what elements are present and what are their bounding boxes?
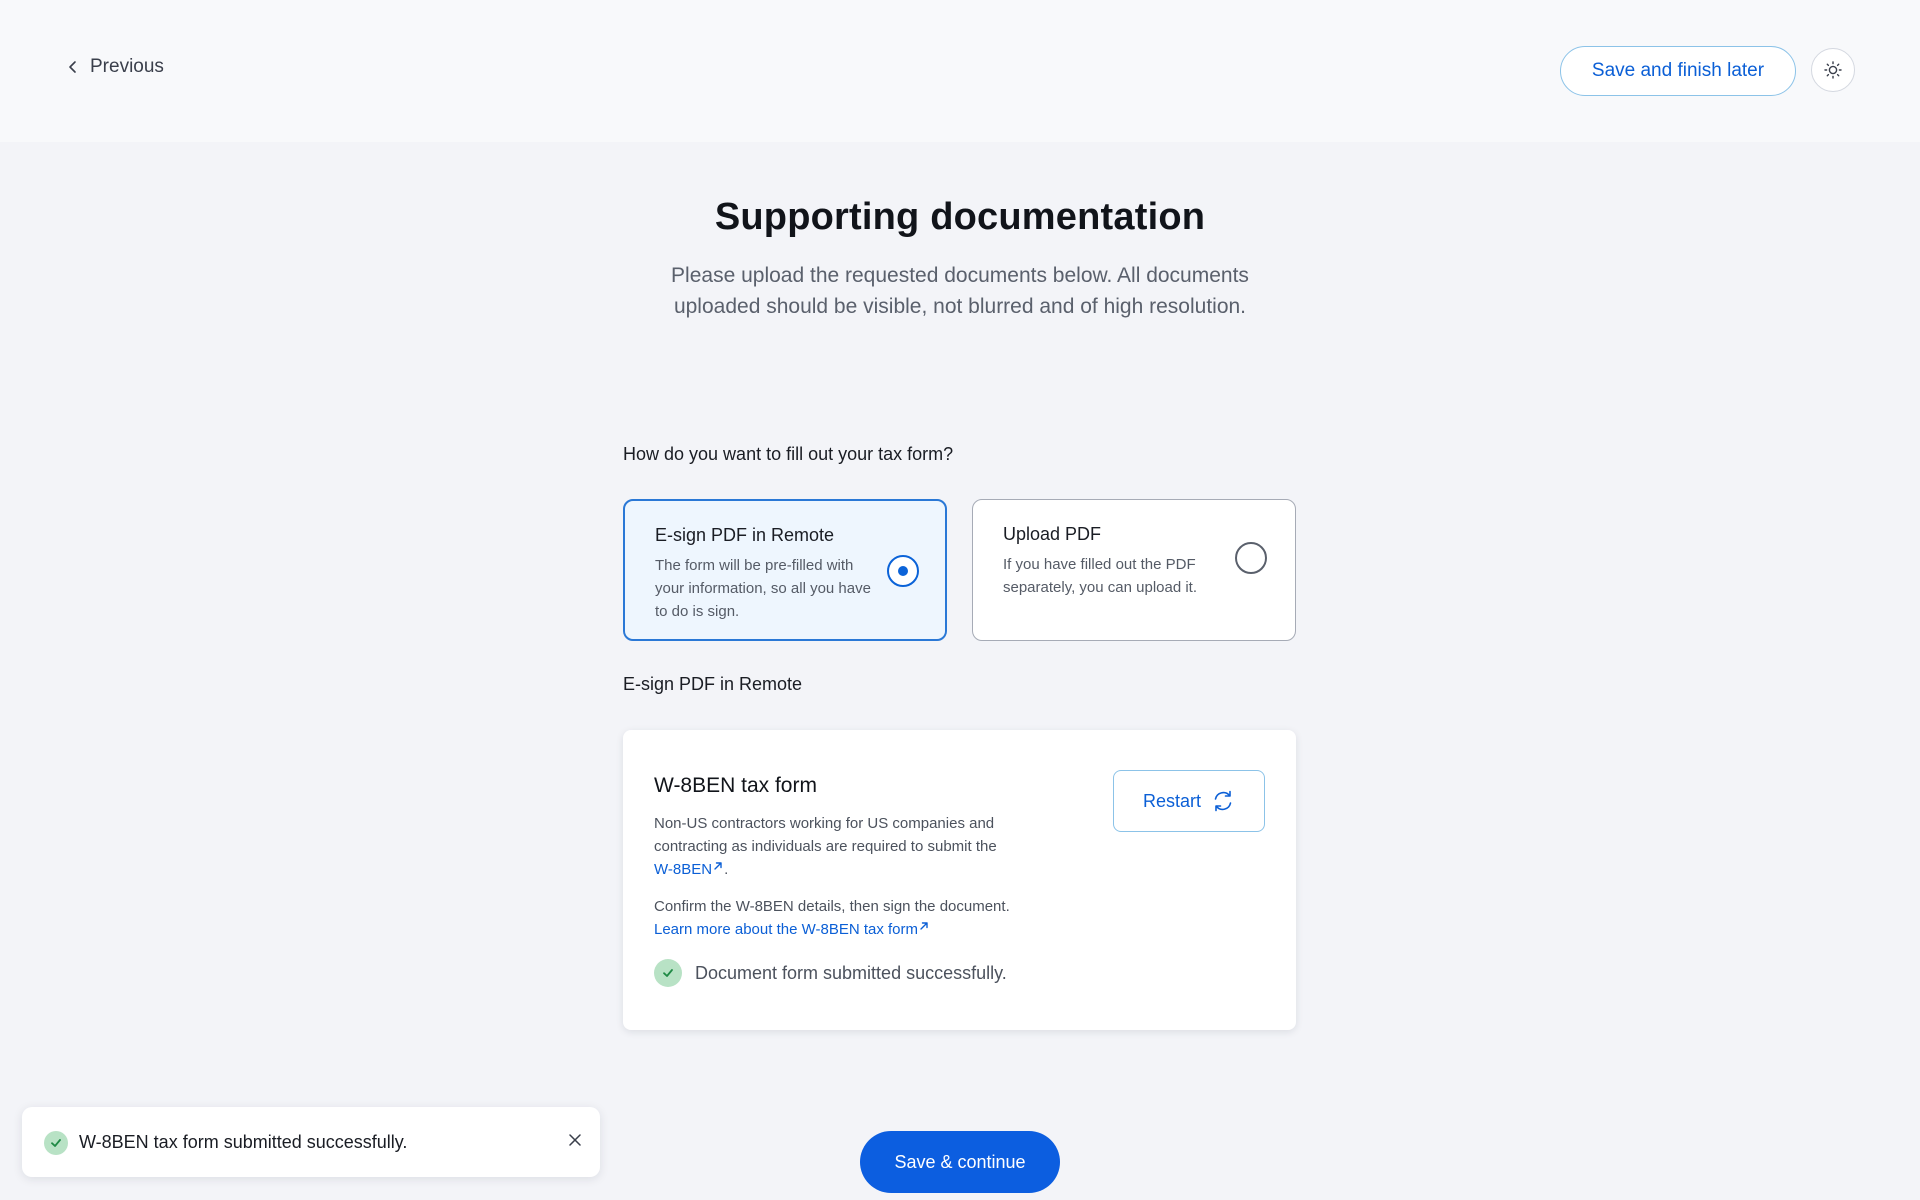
restart-button[interactable]: Restart bbox=[1113, 770, 1265, 832]
status-text: Document form submitted successfully. bbox=[695, 962, 1007, 983]
check-circle-icon bbox=[44, 1131, 68, 1155]
learn-more-link[interactable]: Learn more about the W-8BEN tax form bbox=[654, 921, 930, 938]
document-confirm-text: Confirm the W-8BEN details, then sign th… bbox=[654, 898, 1010, 915]
submission-status: Document form submitted successfully. bbox=[654, 959, 1007, 987]
restart-label: Restart bbox=[1142, 790, 1202, 811]
toast-message: W-8BEN tax form submitted successfully. bbox=[79, 1132, 408, 1152]
page-subtitle: Please upload the requested documents be… bbox=[671, 264, 1249, 318]
save-and-continue-button[interactable]: Save & continue bbox=[860, 1131, 1060, 1193]
success-toast: W-8BEN tax form submitted successfully. bbox=[22, 1107, 600, 1177]
radio-selected-icon[interactable] bbox=[887, 555, 919, 587]
sun-icon bbox=[1824, 61, 1842, 79]
check-circle-icon bbox=[654, 959, 682, 987]
document-description: Non-US contractors working for US compan… bbox=[654, 812, 1054, 881]
section-label: E-sign PDF in Remote bbox=[623, 674, 803, 694]
save-and-finish-later-button[interactable]: Save and finish later bbox=[1560, 46, 1796, 96]
theme-toggle-button[interactable] bbox=[1811, 48, 1855, 92]
link-suffix: . bbox=[724, 861, 729, 878]
tax-form-question: How do you want to fill out your tax for… bbox=[623, 444, 954, 464]
external-link-icon bbox=[920, 922, 928, 930]
document-title: W-8BEN tax form bbox=[654, 774, 817, 797]
previous-button[interactable]: Previous bbox=[66, 56, 164, 78]
w8ben-link-label: W-8BEN bbox=[654, 861, 713, 878]
radio-unselected-icon[interactable] bbox=[1235, 542, 1267, 574]
external-link-icon bbox=[714, 862, 722, 870]
option-title: E-sign PDF in Remote bbox=[655, 525, 835, 545]
previous-label: Previous bbox=[90, 56, 164, 77]
chevron-left-icon bbox=[69, 61, 76, 73]
top-bar: Previous Save and finish later bbox=[0, 0, 1920, 142]
document-description-text: Non-US contractors working for US compan… bbox=[654, 815, 997, 855]
option-title: Upload PDF bbox=[1003, 524, 1102, 544]
document-card: W-8BEN tax form Non-US contractors worki… bbox=[623, 730, 1296, 1030]
option-upload-pdf[interactable]: Upload PDF If you have filled out the PD… bbox=[972, 499, 1296, 641]
refresh-icon bbox=[1214, 790, 1232, 812]
option-description: If you have filled out the PDF separatel… bbox=[1003, 556, 1198, 596]
close-icon[interactable] bbox=[562, 1127, 588, 1153]
option-description: The form will be pre-filled with your in… bbox=[655, 557, 871, 620]
page-title: Supporting documentation bbox=[714, 196, 1206, 238]
learn-more-label: Learn more about the W-8BEN tax form bbox=[654, 921, 919, 938]
option-esign-pdf[interactable]: E-sign PDF in Remote The form will be pr… bbox=[623, 499, 947, 641]
w8ben-link[interactable]: W-8BEN bbox=[654, 861, 724, 878]
